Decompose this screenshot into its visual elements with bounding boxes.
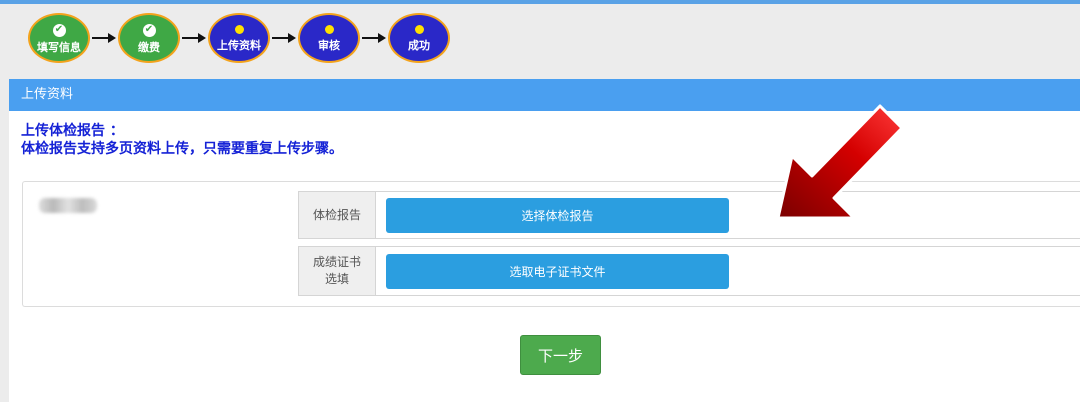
upload-notice: 上传体检报告 ： 体检报告支持多页资料上传，只需要重复上传步骤。 — [21, 122, 343, 158]
red-arrow-icon — [776, 104, 904, 220]
step-arrow-icon — [272, 31, 296, 45]
step-label: 成功 — [408, 39, 430, 52]
upload-form: 体检报告 选择体检报告 成绩证书 选填 选取电子证书文件 — [22, 181, 1080, 307]
check-icon: ✔ — [142, 23, 156, 37]
row-label-medical-report: 体检报告 — [299, 192, 376, 238]
blurred-name — [39, 198, 97, 213]
step-success: 成功 — [388, 13, 450, 63]
choose-certificate-button[interactable]: 选取电子证书文件 — [386, 254, 729, 289]
dot-icon — [234, 25, 244, 34]
step-review: 审核 — [298, 13, 360, 63]
dot-icon — [324, 25, 334, 34]
step-label: 缴费 — [138, 40, 160, 54]
upload-row-medical-report: 体检报告 选择体检报告 — [298, 191, 1080, 239]
step-arrow-icon — [362, 31, 386, 45]
progress-steps: ✔ 填写信息 ✔ 缴费 上传资料 审核 成功 — [28, 12, 450, 64]
next-step-button[interactable]: 下一步 — [520, 335, 601, 375]
step-fill-info: ✔ 填写信息 — [28, 13, 90, 63]
step-arrow-icon — [182, 31, 206, 45]
step-label: 填写信息 — [37, 40, 81, 54]
panel-title: 上传资料 — [9, 79, 1080, 111]
step-label: 上传资料 — [217, 39, 261, 52]
dot-icon — [414, 25, 424, 34]
check-icon: ✔ — [52, 23, 66, 37]
upload-row-certificate: 成绩证书 选填 选取电子证书文件 — [298, 246, 1080, 296]
choose-medical-report-button[interactable]: 选择体检报告 — [386, 198, 729, 233]
row-label-line: 选填 — [324, 272, 349, 286]
top-border — [0, 0, 1080, 4]
step-arrow-icon — [92, 31, 116, 45]
step-upload: 上传资料 — [208, 13, 270, 63]
row-label-certificate: 成绩证书 选填 — [299, 247, 376, 295]
notice-title: 上传体检报告 ： — [21, 123, 124, 139]
row-label-line: 成绩证书 — [312, 255, 361, 269]
upload-panel: 上传资料 上传体检报告 ： 体检报告支持多页资料上传，只需要重复上传步骤。 体检… — [9, 79, 1080, 402]
step-payment: ✔ 缴费 — [118, 13, 180, 63]
notice-text: 体检报告支持多页资料上传，只需要重复上传步骤。 — [21, 141, 343, 157]
step-label: 审核 — [318, 39, 340, 52]
